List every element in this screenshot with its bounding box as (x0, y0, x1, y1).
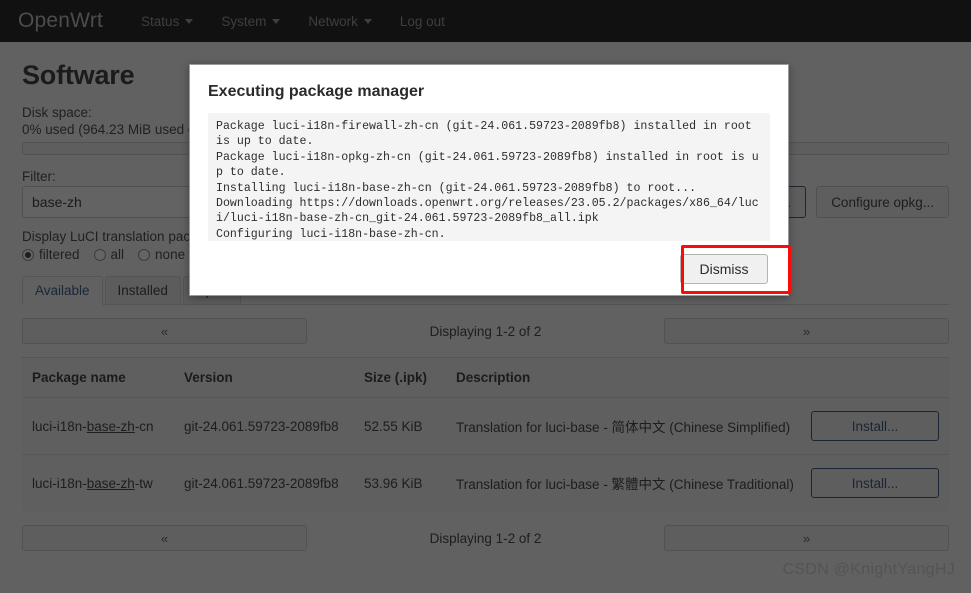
modal-title: Executing package manager (208, 83, 425, 100)
package-manager-modal: Executing package manager Package luci-i… (189, 64, 789, 296)
dismiss-button[interactable]: Dismiss (680, 254, 768, 284)
modal-actions: Dismiss (208, 241, 770, 284)
modal-log-output: Package luci-i18n-firewall-zh-cn (git-24… (208, 113, 770, 241)
screenshot-root: OpenWrt Status System Network Log out So… (0, 0, 971, 593)
